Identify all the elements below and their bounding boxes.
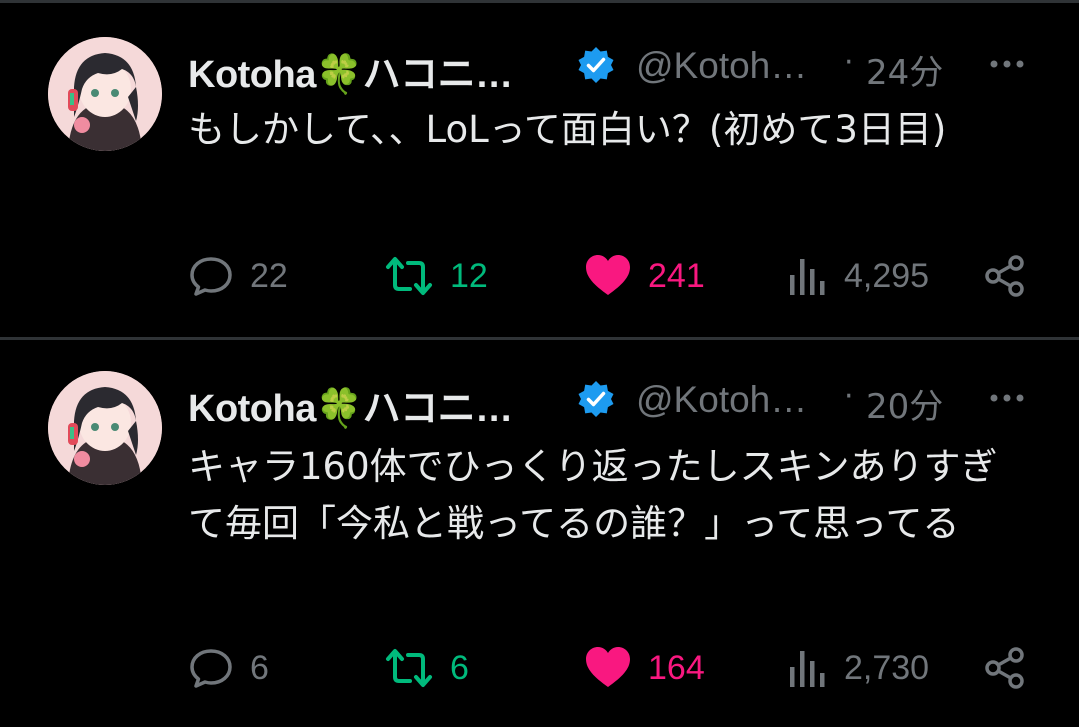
reply-count: 22 [250,256,288,295]
retweet-button[interactable]: 12 [384,251,488,301]
reply-count: 6 [250,648,269,687]
separator-dot: · [844,45,854,80]
avatar[interactable] [48,371,162,485]
more-dots-icon[interactable] [984,375,1030,421]
reply-bubble-icon [190,649,232,688]
retweet-button[interactable]: 6 [384,643,469,693]
verified-badge-icon [578,381,614,417]
post[interactable]: Kotoha🍀ハコニ… @Kotoh… · 20分 キャラ160体でひっくり返っ… [0,340,1079,727]
share-button[interactable] [982,251,1028,301]
more-dots-icon[interactable] [984,41,1030,87]
heart-filled-icon [586,647,630,687]
retweet-icon [386,649,432,687]
author-handle[interactable]: @Kotoh… [636,379,807,421]
post-actions: 22 12 241 4,295 [0,251,1079,301]
views-count: 4,295 [844,256,930,295]
avatar[interactable] [48,37,162,151]
reply-bubble-icon [190,257,232,296]
author-name[interactable]: Kotoha🍀ハコニ… [188,43,513,98]
like-count: 241 [648,256,705,295]
separator-dot: · [844,379,854,414]
reply-button[interactable]: 22 [188,251,288,301]
views-button[interactable]: 2,730 [786,643,929,693]
author-handle[interactable]: @Kotoh… [636,45,807,87]
views-bar-icon [790,259,825,295]
post-text: キャラ160体でひっくり返ったしスキンありすぎて毎回「今私と戦ってるの誰？」って… [188,445,998,545]
reply-button[interactable]: 6 [188,643,269,693]
views-bar-icon [790,651,825,687]
post-header: Kotoha🍀ハコニ… @Kotoh… · 24分 [188,41,1048,96]
retweet-count: 6 [450,648,469,687]
post-text: もしかして、、LoLって面白い？(初めて3日目) [188,108,947,151]
post-time[interactable]: 20分 [866,379,943,428]
post-actions: 6 6 164 2,730 [0,643,1079,693]
author-name[interactable]: Kotoha🍀ハコニ… [188,377,513,432]
post[interactable]: Kotoha🍀ハコニ… @Kotoh… · 24分 もしかして、、LoLって面白… [0,3,1079,337]
like-count: 164 [648,648,705,687]
verified-badge-icon [578,47,614,83]
retweet-icon [386,257,432,295]
retweet-count: 12 [450,256,488,295]
post-time[interactable]: 24分 [866,45,943,94]
views-button[interactable]: 4,295 [786,251,929,301]
like-button[interactable]: 164 [584,643,705,693]
share-button[interactable] [982,643,1028,693]
share-icon [985,647,1024,689]
like-button[interactable]: 241 [584,251,705,301]
heart-filled-icon [586,255,630,295]
views-count: 2,730 [844,648,930,687]
share-icon [985,255,1024,297]
post-header: Kotoha🍀ハコニ… @Kotoh… · 20分 [188,375,1048,430]
